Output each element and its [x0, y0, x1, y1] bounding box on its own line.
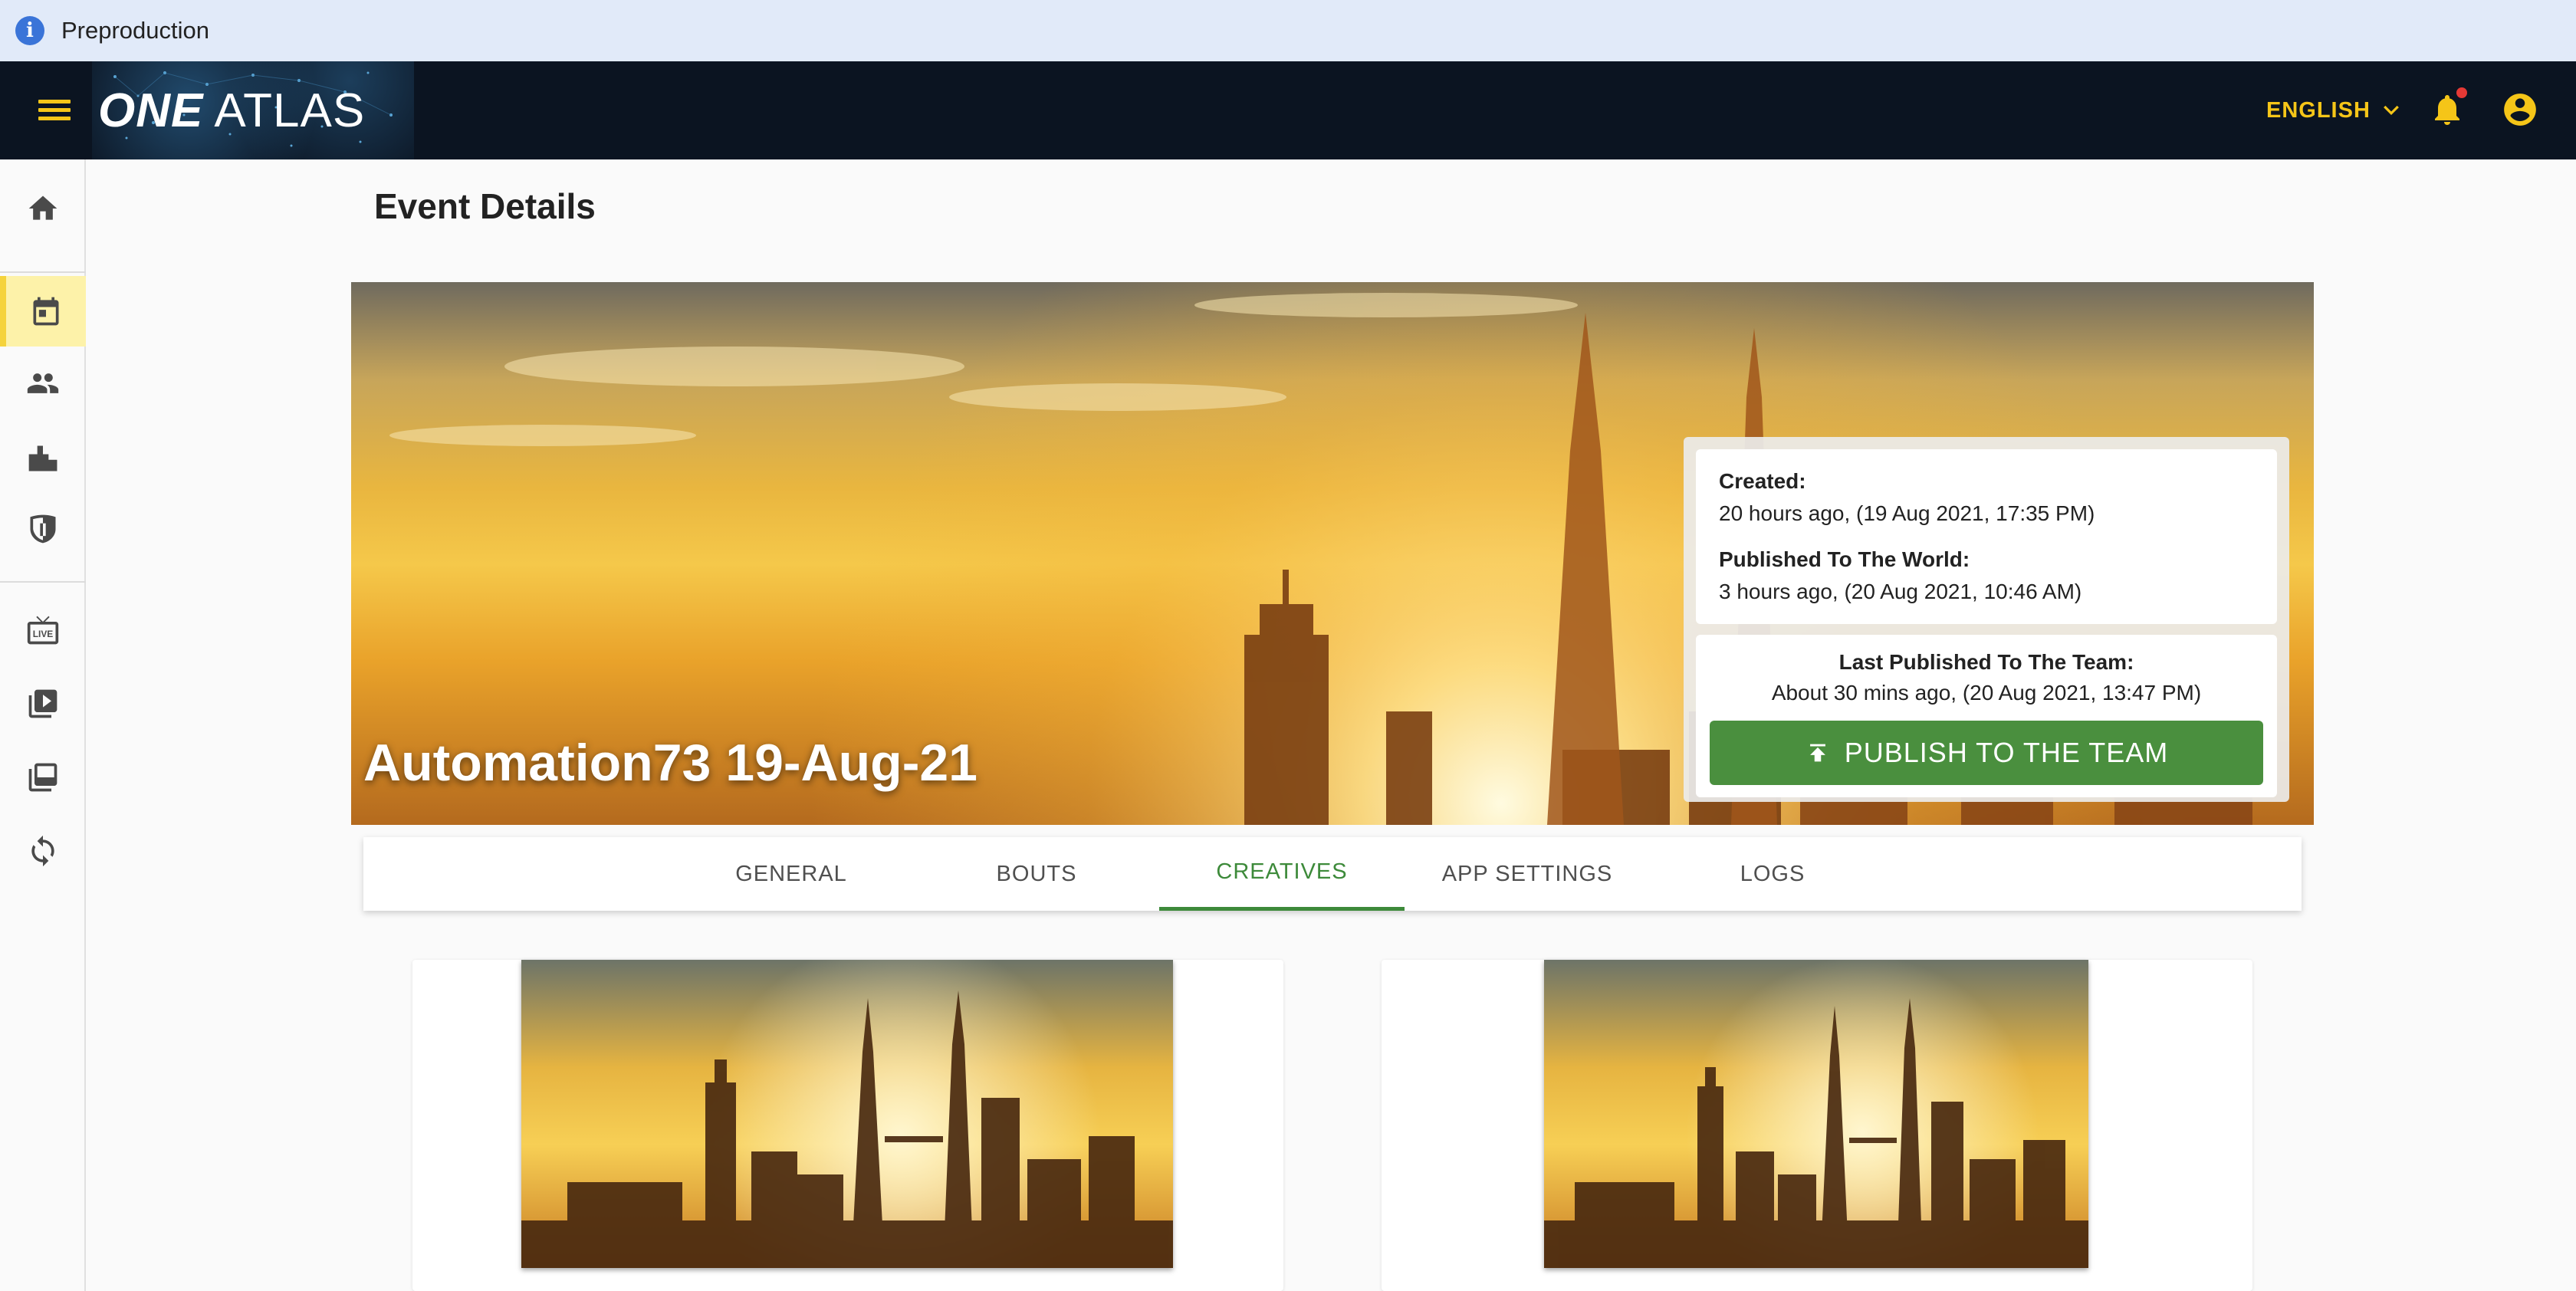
publish-info-panel: Created: 20 hours ago, (19 Aug 2021, 17:…: [1684, 437, 2289, 802]
nav-videos[interactable]: [0, 668, 86, 739]
one-atlas-logo[interactable]: ONE ATLAS: [98, 78, 365, 143]
nav-organizations[interactable]: [0, 494, 86, 564]
account-circle-icon[interactable]: [2501, 90, 2539, 129]
side-navigation: LIVE: [0, 159, 86, 1291]
shield-icon: [30, 514, 56, 544]
page-title: Event Details: [374, 186, 596, 226]
environment-label: Preproduction: [61, 17, 210, 44]
team-published-value: About 30 mins ago, (20 Aug 2021, 13:47 P…: [1771, 681, 2202, 705]
chevron-down-icon: [2384, 105, 2399, 116]
tab-creatives[interactable]: CREATIVES: [1159, 837, 1405, 911]
nav-rankings[interactable]: [0, 423, 86, 494]
publish-button-label: PUBLISH TO THE TEAM: [1844, 737, 2169, 768]
podium-icon: [28, 445, 58, 471]
publish-to-team-button[interactable]: PUBLISH TO THE TEAM: [1710, 721, 2263, 785]
nav-live[interactable]: LIVE: [0, 595, 86, 665]
live-tv-icon: LIVE: [27, 616, 59, 645]
notification-bell-icon[interactable]: [2429, 87, 2467, 129]
notification-badge: [2456, 87, 2467, 98]
creative-image[interactable]: [521, 960, 1173, 1268]
publish-dates-card: Created: 20 hours ago, (19 Aug 2021, 17:…: [1696, 449, 2277, 624]
info-icon: i: [15, 16, 44, 45]
published-world-label: Published To The World:: [1719, 547, 1970, 571]
nav-events[interactable]: [0, 276, 86, 347]
published-world-value: 3 hours ago, (20 Aug 2021, 10:46 AM): [1719, 580, 2082, 603]
tab-logs[interactable]: LOGS: [1650, 837, 1895, 911]
people-icon: [27, 373, 59, 393]
tab-app-settings[interactable]: APP SETTINGS: [1405, 837, 1650, 911]
created-label: Created:: [1719, 469, 1806, 493]
tab-bouts[interactable]: BOUTS: [914, 837, 1159, 911]
creative-card: [1382, 960, 2252, 1291]
upload-icon: [1809, 744, 1825, 762]
creative-image[interactable]: [1544, 960, 2088, 1268]
environment-banner: i Preproduction: [0, 0, 2576, 61]
calendar-icon: [33, 297, 59, 326]
video-library-icon: [28, 689, 58, 718]
team-published-label: Last Published To The Team:: [1838, 650, 2134, 674]
svg-text:LIVE: LIVE: [33, 629, 54, 639]
nav-sync[interactable]: [0, 816, 86, 886]
tab-general[interactable]: GENERAL: [669, 837, 914, 911]
creative-card: [412, 960, 1283, 1291]
collections-icon: [28, 763, 58, 792]
home-icon: [28, 195, 58, 220]
event-tabs: GENERAL BOUTS CREATIVES APP SETTINGS LOG…: [363, 837, 2302, 911]
app-bar: ONE ATLAS ENGLISH: [0, 61, 2576, 159]
team-publish-card: Last Published To The Team: About 30 min…: [1696, 635, 2277, 797]
nav-media[interactable]: [0, 742, 86, 813]
sync-icon: [31, 835, 54, 867]
menu-icon[interactable]: [38, 95, 71, 126]
language-select[interactable]: ENGLISH: [2266, 92, 2403, 129]
language-label: ENGLISH: [2266, 97, 2371, 123]
created-value: 20 hours ago, (19 Aug 2021, 17:35 PM): [1719, 501, 2095, 525]
nav-people[interactable]: [0, 348, 86, 419]
nav-home[interactable]: [0, 173, 86, 244]
event-name: Automation73 19-Aug-21: [363, 734, 978, 792]
